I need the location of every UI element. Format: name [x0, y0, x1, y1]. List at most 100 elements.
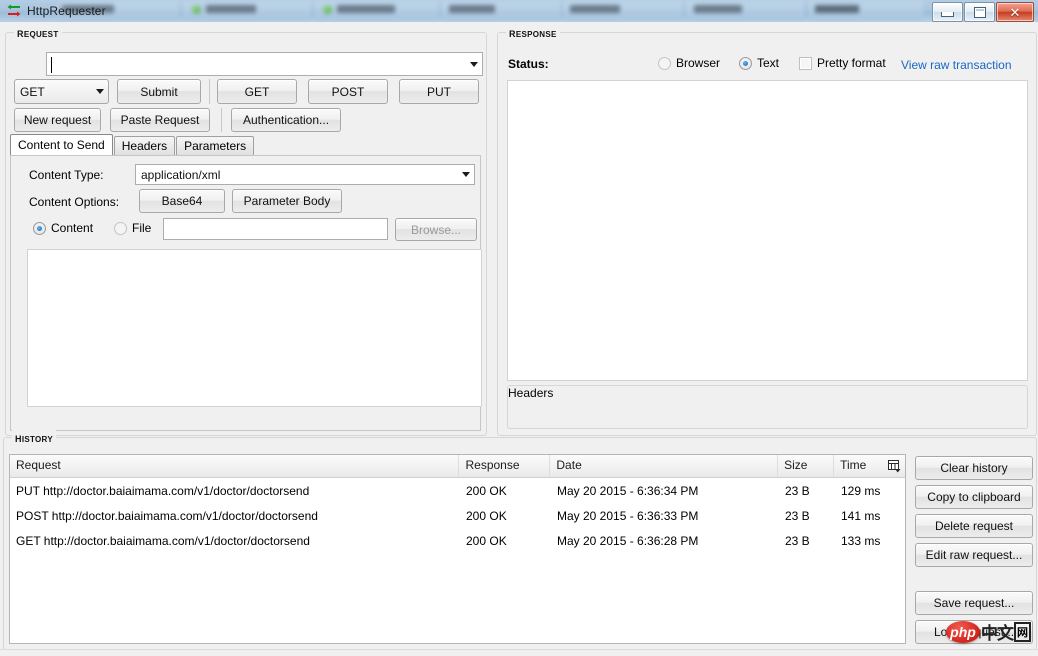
request-tabs: Content to Send Headers Parameters	[10, 134, 255, 155]
watermark-boxed-char: 网	[1014, 621, 1031, 642]
response-group: Response Status: Browser Text Pretty for…	[497, 25, 1037, 436]
radio-file-icon[interactable]	[114, 221, 127, 235]
request-body-editor[interactable]	[27, 249, 482, 407]
request-group-label: Request	[14, 25, 62, 40]
delete-request-button[interactable]: Delete request	[915, 514, 1033, 538]
content-to-send-panel: Content Type: application/xml Content Op…	[10, 155, 482, 431]
tab-headers[interactable]: Headers	[113, 136, 176, 155]
browser-view-radio[interactable]: Browser	[658, 56, 720, 70]
cell-time: 141 ms	[841, 508, 881, 523]
text-radio-label: Text	[757, 56, 780, 70]
radio-content-icon[interactable]	[33, 221, 46, 235]
radio-text-icon[interactable]	[739, 56, 752, 70]
method-select[interactable]: GET	[14, 79, 109, 104]
file-radio-label: File	[132, 221, 152, 235]
file-path-input[interactable]	[163, 218, 388, 240]
window-title: HttpRequester	[27, 4, 106, 18]
headers-group-label: Headers	[508, 386, 554, 400]
column-header-size[interactable]: Size	[778, 455, 835, 477]
table-row[interactable]: GET http://doctor.baiaimama.com/v1/docto…	[10, 528, 905, 553]
cell-time: 133 ms	[841, 533, 881, 548]
content-type-select[interactable]: application/xml	[135, 164, 475, 185]
put-button[interactable]: PUT	[399, 79, 479, 104]
pane-splitter[interactable]	[487, 32, 493, 434]
get-button[interactable]: GET	[217, 79, 297, 104]
cell-request: POST http://doctor.baiaimama.com/v1/doct…	[16, 508, 318, 523]
watermark-php-badge: php	[946, 620, 980, 643]
cell-response: 200 OK	[466, 533, 507, 548]
tab-content-to-send[interactable]: Content to Send	[10, 134, 113, 155]
minimize-button[interactable]	[932, 2, 963, 22]
browser-radio-label: Browser	[676, 56, 721, 70]
cell-size: 23 B	[785, 508, 810, 523]
cell-date: May 20 2015 - 6:36:28 PM	[557, 533, 699, 548]
column-header-date[interactable]: Date	[550, 455, 779, 477]
chevron-down-icon[interactable]	[91, 80, 108, 103]
content-options-label: Content Options:	[29, 195, 120, 209]
new-request-button[interactable]: New request	[14, 108, 101, 132]
cell-request: PUT http://doctor.baiaimama.com/v1/docto…	[16, 483, 310, 498]
chevron-down-icon[interactable]	[465, 53, 482, 75]
table-row[interactable]: PUT http://doctor.baiaimama.com/v1/docto…	[10, 478, 905, 503]
clear-history-button[interactable]: Clear history	[915, 456, 1033, 480]
divider	[221, 108, 222, 132]
close-icon: ✕	[1009, 4, 1021, 20]
response-group-label: Response	[506, 25, 560, 40]
radio-browser-icon[interactable]	[658, 56, 671, 70]
edit-raw-request-button[interactable]: Edit raw request...	[915, 543, 1033, 567]
column-header-response[interactable]: Response	[459, 455, 551, 477]
close-button[interactable]: ✕	[996, 2, 1034, 22]
cell-size: 23 B	[785, 533, 810, 548]
save-request-button[interactable]: Save request...	[915, 591, 1033, 615]
column-header-request[interactable]: Request	[10, 455, 460, 477]
http-requester-window: HttpRequester ✕ Request URL GET Submit G…	[0, 0, 1038, 656]
cell-size: 23 B	[785, 483, 810, 498]
copy-to-clipboard-button[interactable]: Copy to clipboard	[915, 485, 1033, 509]
pretty-format-label: Pretty format	[817, 56, 886, 70]
column-chooser-icon[interactable]	[883, 459, 905, 473]
request-body-value	[28, 250, 481, 256]
text-view-radio[interactable]: Text	[739, 56, 779, 70]
cell-response: 200 OK	[466, 508, 507, 523]
blurred-background-tabs	[0, 0, 1038, 22]
window-controls: ✕	[932, 2, 1034, 22]
chevron-down-icon[interactable]	[457, 165, 474, 184]
response-headers-group: Headers	[507, 385, 1028, 429]
content-type-value: application/xml	[141, 167, 221, 182]
watermark-text: 中文	[981, 624, 1014, 643]
parameter-body-button[interactable]: Parameter Body	[232, 189, 342, 213]
cell-date: May 20 2015 - 6:36:34 PM	[557, 483, 699, 498]
view-raw-transaction-link[interactable]: View raw transaction	[901, 58, 1012, 72]
divider	[209, 79, 210, 104]
paste-request-button[interactable]: Paste Request	[110, 108, 210, 132]
request-group: Request URL GET Submit GET POST PUT New …	[5, 25, 487, 436]
file-path-value	[164, 219, 387, 222]
file-radio[interactable]: File	[114, 221, 151, 235]
history-group-label: History	[12, 430, 56, 445]
post-button[interactable]: POST	[308, 79, 388, 104]
checkbox-icon[interactable]	[799, 56, 812, 70]
response-body-value	[508, 81, 1027, 87]
submit-button[interactable]: Submit	[117, 79, 201, 104]
cell-date: May 20 2015 - 6:36:33 PM	[557, 508, 699, 523]
window-title-group: HttpRequester	[6, 0, 106, 22]
text-caret	[51, 57, 52, 73]
content-radio[interactable]: Content	[33, 221, 93, 235]
tab-parameters[interactable]: Parameters	[176, 136, 255, 155]
method-value: GET	[20, 84, 45, 99]
table-row[interactable]: POST http://doctor.baiaimama.com/v1/doct…	[10, 503, 905, 528]
history-table[interactable]: Request Response Date Size Time PUT http	[9, 454, 906, 644]
pretty-format-checkbox[interactable]: Pretty format	[799, 56, 886, 70]
browse-button[interactable]: Browse...	[395, 218, 477, 241]
history-group: History Request Response Date Size Time	[3, 430, 1037, 651]
maximize-button[interactable]	[964, 2, 995, 22]
response-body-view[interactable]	[507, 80, 1028, 381]
base64-button[interactable]: Base64	[139, 189, 225, 213]
status-label: Status:	[508, 57, 549, 71]
cell-time: 129 ms	[841, 483, 881, 498]
title-bar: HttpRequester ✕	[0, 0, 1038, 22]
column-header-time[interactable]: Time	[834, 455, 883, 477]
authentication-button[interactable]: Authentication...	[231, 108, 341, 132]
url-input[interactable]	[46, 52, 483, 76]
content-radio-label: Content	[51, 221, 94, 235]
